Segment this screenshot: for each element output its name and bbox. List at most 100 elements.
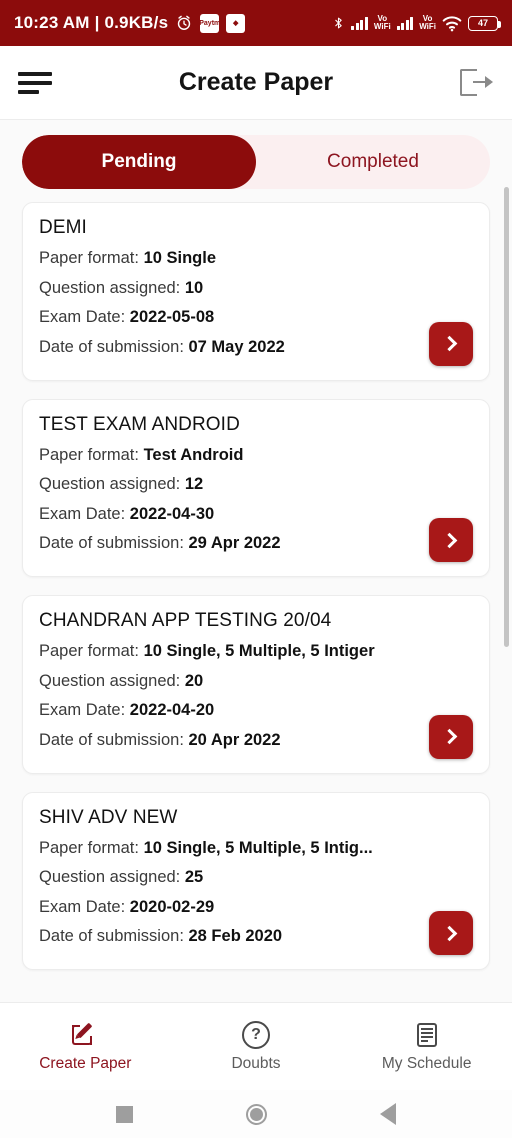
- volte-wifi-label-sim1: Vo WiFi: [373, 14, 391, 31]
- signal-bars-sim2-icon: [396, 16, 414, 30]
- paper-open-button[interactable]: [429, 911, 473, 955]
- exam-date-value: 2022-04-20: [129, 701, 215, 720]
- chevron-right-icon: [441, 532, 458, 548]
- submission-date-row: Date of submission: 07 May 2022: [39, 337, 473, 358]
- submission-date-value: 28 Feb 2020: [188, 927, 283, 946]
- paper-format-label: Paper format:: [39, 445, 139, 464]
- paper-format-row: Paper format: 10 Single, 5 Multiple, 5 I…: [39, 838, 473, 859]
- submission-date-label: Date of submission:: [39, 337, 184, 356]
- question-assigned-label: Question assigned:: [39, 475, 181, 494]
- paper-format-value: 10 Single, 5 Multiple, 5 Intiger: [143, 642, 375, 660]
- paper-title: TEST EXAM ANDROID: [39, 413, 240, 435]
- list-scrollbar[interactable]: [504, 187, 509, 647]
- question-assigned-value: 20: [184, 671, 204, 690]
- android-navigation-bar: [0, 1090, 512, 1138]
- paper-format-label: Paper format:: [39, 249, 139, 267]
- question-assigned-row: Question assigned: 10: [39, 278, 473, 299]
- question-assigned-value: 12: [184, 475, 204, 494]
- paper-list[interactable]: DEMI Paper format: 10 Single Question as…: [0, 194, 512, 1002]
- paper-card[interactable]: CHANDRAN APP TESTING 20/04 Paper format:…: [22, 595, 490, 774]
- nav-item-create-paper[interactable]: Create Paper: [0, 1021, 171, 1073]
- question-assigned-row: Question assigned: 25: [39, 867, 473, 888]
- exam-date-label: Exam Date:: [39, 504, 126, 523]
- exam-date-row: Exam Date: 2022-04-20: [39, 700, 473, 721]
- status-bar-right: Vo WiFi Vo WiFi 47: [332, 14, 501, 32]
- logout-icon[interactable]: [460, 68, 494, 98]
- paper-title: CHANDRAN APP TESTING 20/04: [39, 610, 332, 631]
- hamburger-menu-icon[interactable]: [18, 71, 52, 94]
- question-assigned-value: 25: [184, 868, 204, 887]
- paper-format-row: Paper format: Test Android: [39, 445, 473, 466]
- bottom-navigation: Create Paper ? Doubts My Schedule: [0, 1002, 512, 1090]
- status-bar-left: 10:23 AM | 0.9KB/s Paytm ◆: [14, 13, 246, 33]
- nav-item-my-schedule[interactable]: My Schedule: [341, 1021, 512, 1073]
- exam-date-row: Exam Date: 2022-04-30: [39, 504, 473, 525]
- exam-date-label: Exam Date:: [39, 897, 126, 916]
- recents-square-icon[interactable]: [116, 1105, 134, 1123]
- chevron-right-icon: [441, 335, 458, 352]
- paper-open-button[interactable]: [429, 518, 473, 562]
- paytm-icon: Paytm: [200, 13, 220, 33]
- submission-date-value: 29 Apr 2022: [188, 534, 281, 553]
- nav-label-my-schedule: My Schedule: [381, 1054, 472, 1072]
- paper-format-row: Paper format: 10 Single: [39, 248, 473, 269]
- tab-bar: Pending Completed: [22, 135, 490, 189]
- exam-date-label: Exam Date:: [39, 701, 126, 720]
- paper-format-value: 10 Single, 5 Multiple, 5 Intig...: [143, 838, 373, 857]
- exam-date-label: Exam Date:: [39, 308, 126, 327]
- paper-card[interactable]: DEMI Paper format: 10 Single Question as…: [22, 202, 490, 381]
- question-assigned-row: Question assigned: 12: [39, 474, 473, 495]
- submission-date-label: Date of submission:: [39, 927, 184, 946]
- paper-title: SHIV ADV NEW: [39, 806, 178, 828]
- paper-card[interactable]: TEST EXAM ANDROID Paper format: Test And…: [22, 398, 490, 577]
- question-mark-circle-icon: ?: [242, 1020, 270, 1049]
- chevron-right-icon: [441, 925, 458, 941]
- question-assigned-label: Question assigned:: [39, 671, 181, 690]
- tab-completed[interactable]: Completed: [256, 135, 490, 189]
- paper-open-button[interactable]: [429, 321, 473, 366]
- submission-date-label: Date of submission:: [39, 534, 184, 553]
- document-icon: [413, 1021, 441, 1049]
- app-bar: Create Paper: [0, 46, 512, 120]
- home-circle-icon[interactable]: [245, 1103, 267, 1125]
- nav-label-create-paper: Create Paper: [39, 1054, 132, 1072]
- submission-date-value: 07 May 2022: [188, 337, 285, 356]
- submission-date-label: Date of submission:: [39, 730, 184, 749]
- signal-bars-sim1-icon: [351, 16, 368, 30]
- paper-format-value: 10 Single: [143, 249, 217, 267]
- paper-format-value: Test Android: [143, 445, 244, 464]
- chevron-right-icon: [441, 728, 458, 745]
- exam-date-row: Exam Date: 2020-02-29: [39, 897, 473, 918]
- status-bar: 10:23 AM | 0.9KB/s Paytm ◆ Vo WiFi Vo Wi…: [0, 0, 512, 46]
- status-bar-time: 10:23 AM | 0.9KB/s: [14, 13, 169, 32]
- paper-card[interactable]: SHIV ADV NEW Paper format: 10 Single, 5 …: [22, 791, 490, 970]
- exam-date-value: 2022-05-08: [129, 308, 215, 327]
- back-triangle-icon[interactable]: [379, 1103, 396, 1125]
- nav-label-doubts: Doubts: [231, 1054, 281, 1072]
- page-title: Create Paper: [178, 68, 334, 96]
- wifi-icon: [442, 15, 462, 31]
- question-assigned-label: Question assigned:: [39, 868, 181, 887]
- exam-date-row: Exam Date: 2022-05-08: [39, 307, 473, 328]
- create-paper-icon: [71, 1021, 99, 1049]
- bluetooth-icon: [335, 17, 343, 29]
- paper-format-label: Paper format:: [39, 642, 139, 660]
- question-assigned-label: Question assigned:: [39, 278, 181, 297]
- submission-date-row: Date of submission: 28 Feb 2020: [39, 926, 473, 947]
- nav-item-doubts[interactable]: ? Doubts: [171, 1020, 342, 1073]
- tab-pending[interactable]: Pending: [22, 135, 256, 189]
- app-icon: ◆: [226, 13, 246, 33]
- question-assigned-value: 10: [184, 278, 204, 297]
- alarm-clock-icon: [178, 15, 191, 30]
- volte-wifi-label-sim2: Vo WiFi: [419, 14, 436, 31]
- tab-bar-container: Pending Completed: [0, 120, 512, 189]
- submission-date-row: Date of submission: 20 Apr 2022: [39, 730, 473, 751]
- exam-date-value: 2020-02-29: [129, 897, 215, 916]
- submission-date-value: 20 Apr 2022: [188, 730, 281, 749]
- question-assigned-row: Question assigned: 20: [39, 671, 473, 692]
- paper-format-row: Paper format: 10 Single, 5 Multiple, 5 I…: [39, 641, 473, 662]
- paper-open-button[interactable]: [429, 714, 473, 759]
- submission-date-row: Date of submission: 29 Apr 2022: [39, 533, 473, 554]
- paper-title: DEMI: [39, 217, 87, 238]
- exam-date-value: 2022-04-30: [129, 504, 215, 523]
